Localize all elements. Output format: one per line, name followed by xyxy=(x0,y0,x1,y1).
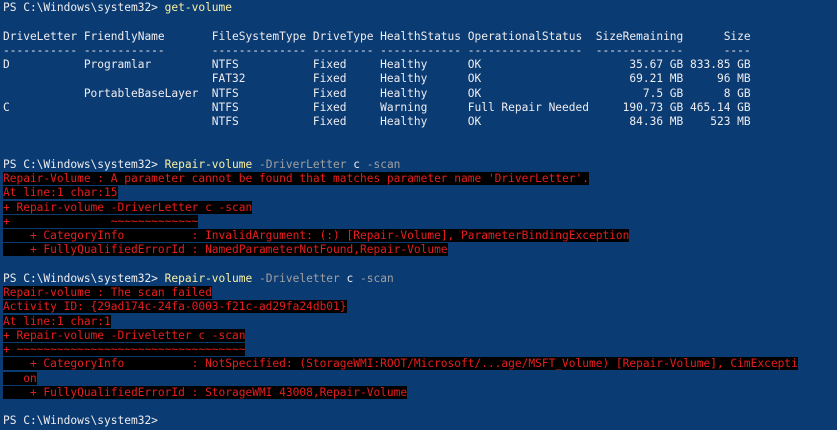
parameter-name: -DriverLetter xyxy=(252,157,347,171)
error-line: At line:1 char:1 xyxy=(3,314,111,328)
error-line: + Repair-volume -DriverLetter c -scan xyxy=(3,200,253,214)
prompt: PS C:\Windows\system32> xyxy=(3,157,165,171)
error-line: Repair-volume : The scan failed xyxy=(3,286,212,299)
argument: c xyxy=(339,271,354,285)
error-line: on xyxy=(3,371,37,385)
prompt: PS C:\Windows\system32> xyxy=(3,414,165,428)
command-line-repair-2: PS C:\Windows\system32> Repair-volume -D… xyxy=(3,272,837,286)
switch-parameter: -scan xyxy=(353,271,394,285)
command-line-repair-1: PS C:\Windows\system32> Repair-volume -D… xyxy=(3,158,837,172)
parameter-name: -Driveletter xyxy=(252,271,340,285)
switch-parameter: -scan xyxy=(360,157,401,171)
error-line: + CategoryInfo : InvalidArgument: (:) [R… xyxy=(3,229,630,242)
table-header: DriveLetter FriendlyName FileSystemType … xyxy=(3,29,751,43)
cmdlet-name: Repair-volume xyxy=(164,157,253,171)
error-line: + FullyQualifiedErrorId : NamedParameter… xyxy=(3,243,448,257)
cmdlet-name: Repair-volume xyxy=(164,271,253,285)
error-line: + CategoryInfo : NotSpecified: (StorageW… xyxy=(3,357,798,371)
error-line: Repair-Volume : A parameter cannot be fo… xyxy=(3,172,589,185)
command-line-final[interactable]: PS C:\Windows\system32> xyxy=(3,414,837,428)
error-line: Activity ID: {29ad174c-24fa-0003-f21c-ad… xyxy=(3,300,347,314)
table-row: FAT32 Fixed Healthy OK 69.21 MB 96 MB xyxy=(3,72,751,86)
table-row: PortableBaseLayer NTFS Fixed Healthy OK … xyxy=(3,86,751,100)
table-row: C NTFS Fixed Warning Full Repair Needed … xyxy=(3,100,751,114)
prompt: PS C:\Windows\system32> xyxy=(3,1,165,14)
powershell-console[interactable]: PS C:\Windows\system32> get-volume Drive… xyxy=(0,0,837,430)
error-line: At line:1 char:15 xyxy=(3,186,118,200)
prompt: PS C:\Windows\system32> xyxy=(3,271,165,285)
table-row: NTFS Fixed Healthy OK 84.36 MB 523 MB xyxy=(3,115,751,128)
error-line: + ~~~~~~~~~~~~~~~~~~~~~~~~~~~~~~~~~~ xyxy=(3,343,246,356)
error-line: + Repair-volume -Driveletter c -scan xyxy=(3,328,246,342)
error-line: + ~~~~~~~~~~~~~ xyxy=(3,214,199,228)
argument: c xyxy=(346,157,360,171)
command-get-volume: get-volume xyxy=(164,1,233,14)
error-line: + FullyQualifiedErrorId : StorageWMI 430… xyxy=(3,385,408,399)
command-line-get-volume: PS C:\Windows\system32> get-volume xyxy=(3,1,837,15)
table-divider: ----------- ------------ -------------- … xyxy=(3,43,751,57)
table-row: D Programlar NTFS Fixed Healthy OK 35.67… xyxy=(3,58,751,71)
